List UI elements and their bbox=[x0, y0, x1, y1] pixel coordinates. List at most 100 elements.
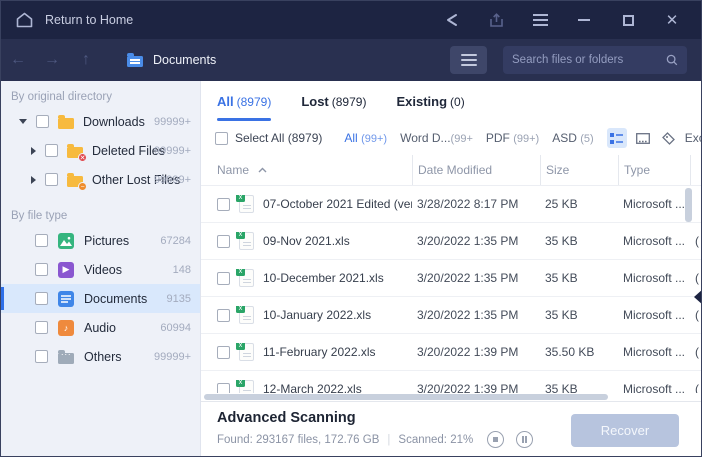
home-icon bbox=[15, 11, 34, 29]
menu-icon[interactable] bbox=[525, 7, 555, 33]
row-checkbox[interactable] bbox=[217, 198, 230, 211]
row-checkbox[interactable] bbox=[217, 346, 230, 359]
other-lost-files-checkbox[interactable] bbox=[45, 173, 58, 186]
sidebar-item-documents[interactable]: Documents 9135 bbox=[1, 284, 200, 313]
stop-button[interactable] bbox=[487, 431, 504, 448]
excel-file-icon: x bbox=[239, 306, 254, 324]
thumbnail-view-icon[interactable] bbox=[633, 128, 653, 148]
file-name: 10-December 2021.xls bbox=[263, 271, 384, 285]
item-count: 148 bbox=[173, 264, 191, 276]
export-icon[interactable] bbox=[481, 7, 511, 33]
file-name: 09-Nov 2021.xls bbox=[263, 234, 350, 248]
panel-collapse-arrow-icon[interactable] bbox=[694, 289, 702, 305]
documents-checkbox[interactable] bbox=[35, 292, 48, 305]
filter-pdf[interactable]: PDF (99+) bbox=[486, 131, 539, 145]
sidebar-item-other-lost-files[interactable]: − Other Lost Files 99999+ bbox=[1, 165, 200, 194]
videos-checkbox[interactable] bbox=[35, 263, 48, 276]
pictures-checkbox[interactable] bbox=[35, 234, 48, 247]
column-path-partial[interactable] bbox=[690, 155, 702, 185]
scanned-percent: Scanned: 21% bbox=[398, 434, 473, 446]
nav-bar: ← → ↑ Documents bbox=[1, 39, 701, 81]
sidebar-item-deleted-files[interactable]: ✕ Deleted Files 99999+ bbox=[1, 136, 200, 165]
title-bar: Return to Home ✕ bbox=[1, 1, 701, 39]
file-name: 11-February 2022.xls bbox=[263, 345, 376, 359]
collapse-arrow-icon[interactable] bbox=[31, 176, 36, 184]
table-row[interactable]: x11-February 2022.xls 3/20/2022 1:39 PM … bbox=[201, 334, 702, 371]
table-row[interactable]: x09-Nov 2021.xls 3/20/2022 1:35 PM 35 KB… bbox=[201, 223, 702, 260]
section-by-original-directory: By original directory bbox=[1, 81, 200, 107]
sidebar-item-audio[interactable]: ♪ Audio 60994 bbox=[1, 313, 200, 342]
sidebar-item-videos[interactable]: ▶ Videos 148 bbox=[1, 255, 200, 284]
filter-all[interactable]: All (99+) bbox=[344, 131, 387, 145]
select-all-checkbox[interactable] bbox=[215, 132, 228, 145]
tab-lost[interactable]: Lost(8979) bbox=[301, 94, 366, 121]
filter-word[interactable]: Word D...(99+ bbox=[400, 131, 473, 145]
deleted-folder-icon: ✕ bbox=[67, 147, 83, 158]
return-home-button[interactable]: Return to Home bbox=[1, 1, 147, 39]
vertical-scrollbar-thumb[interactable] bbox=[685, 188, 692, 222]
horizontal-scrollbar-thumb[interactable] bbox=[204, 394, 608, 400]
item-count: 99999+ bbox=[154, 116, 191, 128]
lost-folder-icon: − bbox=[67, 176, 83, 187]
sidebar-item-label: Audio bbox=[84, 321, 116, 335]
deleted-files-checkbox[interactable] bbox=[45, 144, 58, 157]
sidebar-item-label: Documents bbox=[84, 292, 147, 306]
table-row[interactable]: x12-March 2022.xls 3/20/2022 1:39 PM 35 … bbox=[201, 371, 702, 393]
row-checkbox[interactable] bbox=[217, 383, 230, 394]
file-date: 3/20/2022 1:39 PM bbox=[412, 345, 540, 359]
tag-icon[interactable] bbox=[659, 128, 679, 148]
column-size[interactable]: Size bbox=[540, 155, 618, 185]
divider: | bbox=[387, 434, 390, 446]
back-arrow-icon[interactable]: ← bbox=[1, 51, 35, 69]
sort-asc-icon bbox=[258, 167, 267, 173]
tab-existing[interactable]: Existing(0) bbox=[396, 94, 464, 121]
table-row[interactable]: x10-January 2022.xls 3/20/2022 1:35 PM 3… bbox=[201, 297, 702, 334]
tab-count: (8979) bbox=[332, 95, 367, 109]
sidebar: By original directory Downloads 99999+ ✕… bbox=[1, 81, 201, 457]
expand-arrow-icon[interactable] bbox=[19, 119, 27, 124]
window-controls: ✕ bbox=[437, 7, 701, 33]
item-count: 60994 bbox=[160, 322, 191, 334]
row-checkbox[interactable] bbox=[217, 272, 230, 285]
share-icon[interactable] bbox=[437, 7, 467, 33]
column-type[interactable]: Type bbox=[618, 155, 690, 185]
file-name: 10-January 2022.xls bbox=[263, 308, 371, 322]
minimize-button[interactable] bbox=[569, 7, 599, 33]
filter-excel[interactable]: Excel XL...(99+ bbox=[685, 131, 702, 145]
view-menu-button[interactable] bbox=[450, 46, 487, 74]
others-checkbox[interactable] bbox=[35, 350, 48, 363]
search-input[interactable] bbox=[512, 54, 666, 66]
recover-button[interactable]: Recover bbox=[571, 414, 679, 447]
file-type: Microsoft ... bbox=[618, 271, 690, 285]
filter-bar: Select All (8979) All (99+) Word D...(99… bbox=[201, 121, 702, 155]
sidebar-item-pictures[interactable]: Pictures 67284 bbox=[1, 226, 200, 255]
table-row[interactable]: x07-October 2021 Edited (version ... 3/2… bbox=[201, 186, 702, 223]
filter-asd[interactable]: ASD (5) bbox=[552, 131, 593, 145]
downloads-checkbox[interactable] bbox=[36, 115, 49, 128]
tab-count: (8979) bbox=[237, 95, 272, 109]
collapse-arrow-icon[interactable] bbox=[31, 147, 36, 155]
sidebar-item-downloads[interactable]: Downloads 99999+ bbox=[1, 107, 200, 136]
close-button[interactable]: ✕ bbox=[657, 7, 687, 33]
maximize-button[interactable] bbox=[613, 7, 643, 33]
row-checkbox[interactable] bbox=[217, 235, 230, 248]
search-box[interactable] bbox=[503, 46, 687, 74]
column-name[interactable]: Name bbox=[201, 155, 412, 185]
forward-arrow-icon[interactable]: → bbox=[35, 51, 69, 69]
table-row[interactable]: x10-December 2021.xls 3/20/2022 1:35 PM … bbox=[201, 260, 702, 297]
file-name: 07-October 2021 Edited (version ... bbox=[263, 197, 412, 211]
select-all-label[interactable]: Select All (8979) bbox=[235, 131, 322, 145]
row-checkbox[interactable] bbox=[217, 309, 230, 322]
audio-checkbox[interactable] bbox=[35, 321, 48, 334]
file-type: Microsoft ... bbox=[618, 382, 690, 393]
column-date-modified[interactable]: Date Modified bbox=[412, 155, 540, 185]
breadcrumb-folder-icon bbox=[127, 56, 143, 67]
list-view-icon[interactable] bbox=[607, 128, 627, 148]
sidebar-item-others[interactable]: Others 99999+ bbox=[1, 342, 200, 371]
up-arrow-icon[interactable]: ↑ bbox=[69, 51, 103, 69]
file-path-partial: ( bbox=[690, 308, 702, 322]
pause-button[interactable] bbox=[516, 431, 533, 448]
item-count: 99999+ bbox=[154, 145, 191, 157]
horizontal-scrollbar[interactable] bbox=[201, 393, 702, 401]
tab-all[interactable]: All(8979) bbox=[217, 94, 271, 121]
